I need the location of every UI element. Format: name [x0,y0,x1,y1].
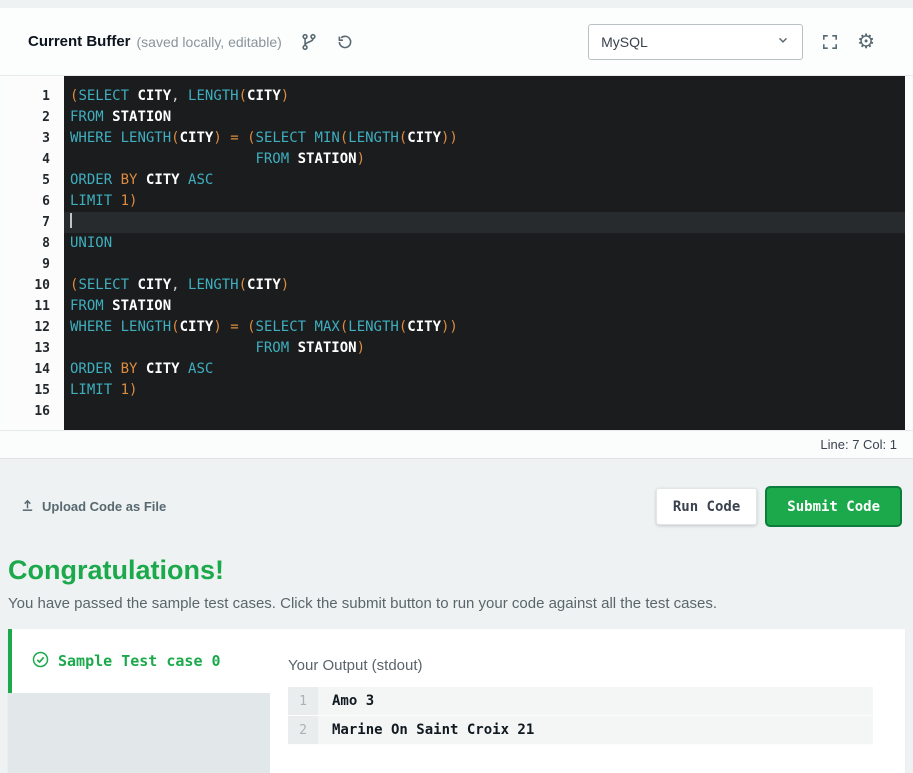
code-line[interactable]: WHERE LENGTH(CITY) = (SELECT MAX(LENGTH(… [64,317,905,338]
output-row: 1Amo 3 [288,687,873,716]
testcase-panel: Sample Test case 0 Your Output (stdout) … [8,629,905,773]
chevron-down-icon [776,33,790,50]
line-number: 5 [8,170,64,191]
upload-code-link[interactable]: Upload Code as File [20,498,166,516]
code-line[interactable]: (SELECT CITY, LENGTH(CITY) [64,86,905,107]
run-code-button[interactable]: Run Code [656,488,757,525]
line-number: 3 [8,128,64,149]
upload-link-label: Upload Code as File [42,499,166,514]
code-line[interactable]: LIMIT 1) [64,191,905,212]
output-line-text: Marine On Saint Croix 21 [318,722,534,738]
language-select[interactable]: MySQL [588,24,803,60]
line-number: 1 [8,86,64,107]
code-line[interactable]: ORDER BY CITY ASC [64,170,905,191]
settings-gear-icon[interactable]: ⚙ [857,33,875,51]
upload-icon [20,498,35,516]
code-line[interactable]: ORDER BY CITY ASC [64,359,905,380]
line-number: 13 [8,338,64,359]
line-number: 7 [8,212,64,233]
actions-row: Upload Code as File Run Code Submit Code [20,488,900,525]
line-number: 6 [8,191,64,212]
buffer-title: Current Buffer [28,33,131,50]
language-select-value: MySQL [601,34,648,50]
testcase-list-background [8,693,270,773]
code-line[interactable]: LIMIT 1) [64,380,905,401]
testcase-tab-label: Sample Test case 0 [58,652,221,670]
code-line[interactable] [64,401,905,422]
code-line[interactable] [64,254,905,275]
output-line-text: Amo 3 [318,693,374,709]
editor-gutter: 12345678910111213141516 [8,76,64,430]
check-circle-icon [32,651,49,672]
output-row: 2Marine On Saint Croix 21 [288,716,873,745]
line-number: 9 [8,254,64,275]
testcase-tab-0[interactable]: Sample Test case 0 [8,629,270,693]
editor-statusbar: Line: 7 Col: 1 [0,430,913,458]
buffer-subtitle: (saved locally, editable) [137,34,282,50]
code-line[interactable]: FROM STATION [64,107,905,128]
line-number: 10 [8,275,64,296]
code-line[interactable]: FROM STATION [64,296,905,317]
editor-toolbar: Current Buffer (saved locally, editable)… [0,8,913,76]
output-lines: 1Amo 32Marine On Saint Croix 21 [288,687,873,745]
line-number: 4 [8,149,64,170]
line-number: 12 [8,317,64,338]
line-number: 2 [8,107,64,128]
code-line[interactable]: FROM STATION) [64,338,905,359]
fullscreen-icon[interactable] [821,33,839,51]
code-editor: 12345678910111213141516 (SELECT CITY, LE… [0,76,913,430]
editor-code[interactable]: (SELECT CITY, LENGTH(CITY)FROM STATIONWH… [64,76,905,430]
line-number: 11 [8,296,64,317]
code-line[interactable]: (SELECT CITY, LENGTH(CITY) [64,275,905,296]
branch-icon[interactable] [300,33,318,51]
output-line-number: 2 [288,716,318,744]
testcase-list: Sample Test case 0 [8,629,270,773]
editor-card: Current Buffer (saved locally, editable)… [0,8,913,459]
cursor-position: Line: 7 Col: 1 [820,437,897,452]
line-number: 14 [8,359,64,380]
code-line[interactable]: FROM STATION) [64,149,905,170]
code-line[interactable]: UNION [64,233,905,254]
line-number: 8 [8,233,64,254]
code-line[interactable]: WHERE LENGTH(CITY) = (SELECT MIN(LENGTH(… [64,128,905,149]
testcase-output-section: Your Output (stdout) 1Amo 32Marine On Sa… [270,629,905,773]
line-number: 16 [8,401,64,422]
text-cursor [70,213,72,228]
output-label: Your Output (stdout) [288,657,873,674]
congratulations-heading: Congratulations! [8,555,913,586]
congratulations-message: You have passed the sample test cases. C… [8,595,913,612]
line-number: 15 [8,380,64,401]
history-icon[interactable] [336,33,354,51]
output-line-number: 1 [288,687,318,715]
submit-code-button[interactable]: Submit Code [767,488,900,525]
code-line[interactable] [64,212,905,233]
